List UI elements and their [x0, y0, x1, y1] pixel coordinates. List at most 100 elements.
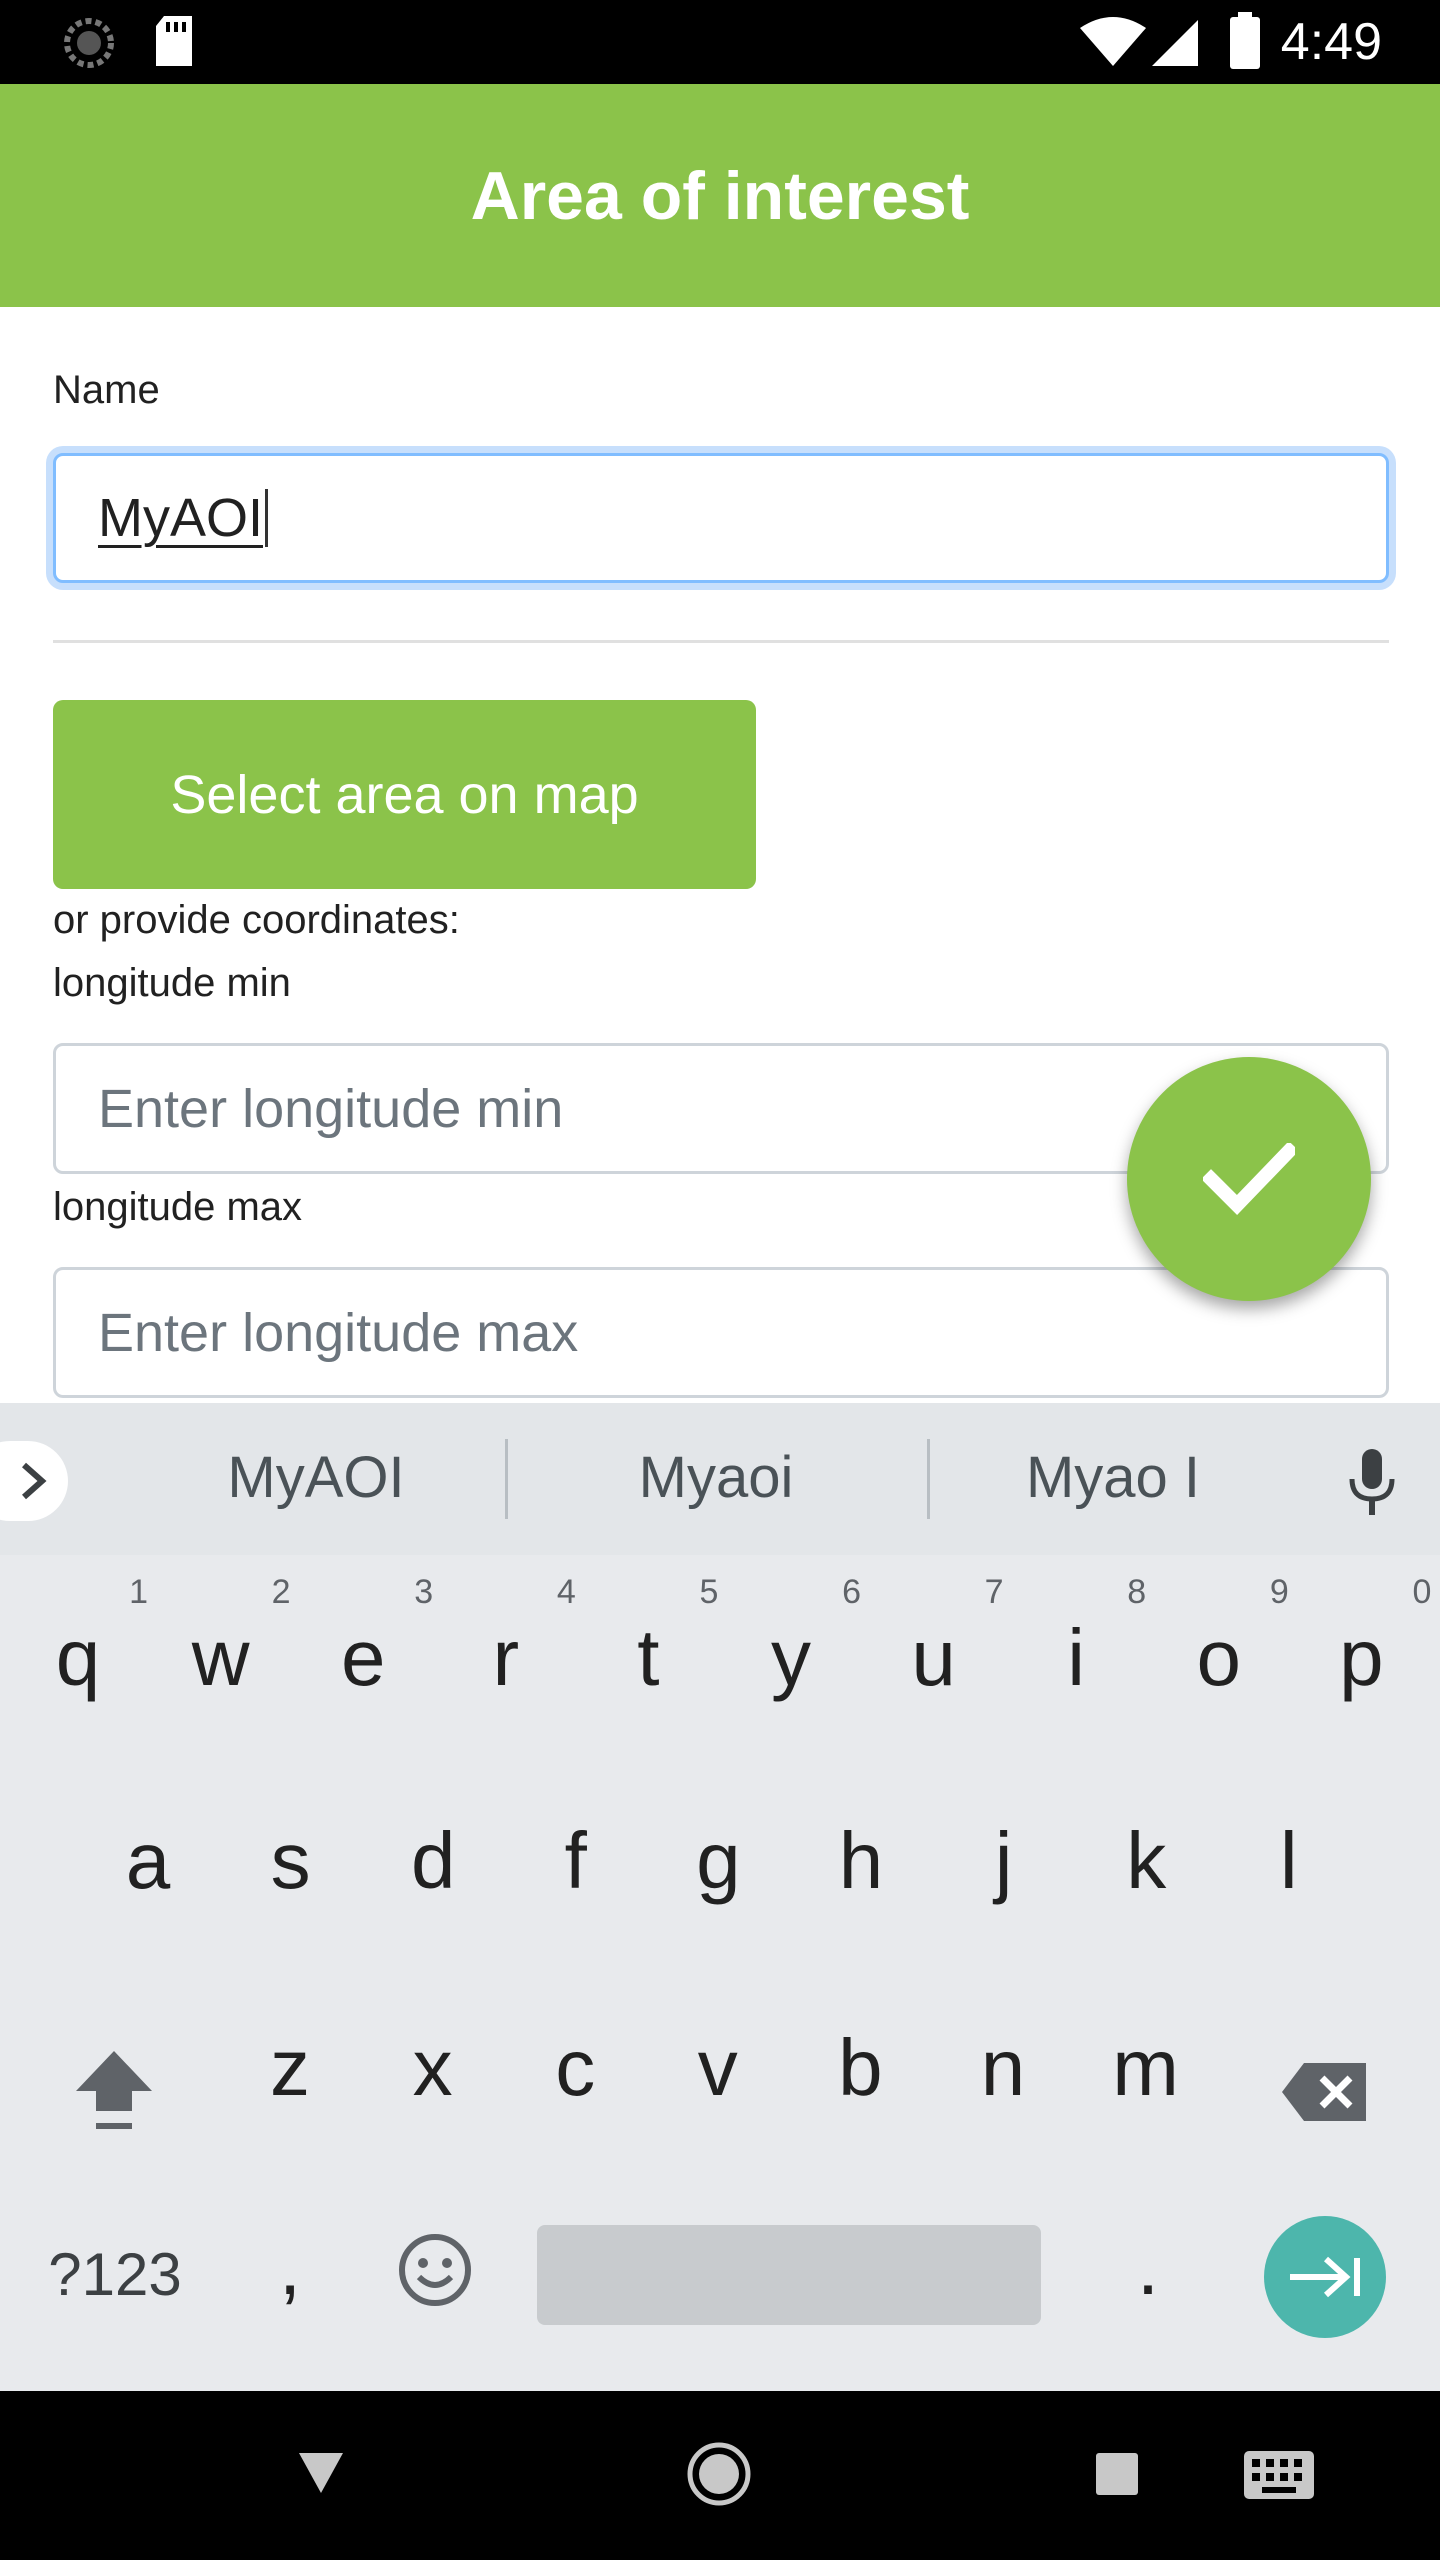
key-label: g: [696, 1816, 741, 1905]
key-label: b: [838, 2023, 883, 2112]
key-u[interactable]: u7: [864, 1573, 1003, 1738]
key-label: s: [270, 1816, 311, 1905]
key-label: u: [911, 1613, 956, 1702]
key-label: k: [1126, 1816, 1167, 1905]
key-label: j: [994, 1816, 1013, 1905]
sync-icon: [64, 18, 114, 68]
key-c[interactable]: c: [505, 1988, 645, 2148]
battery-icon: [1230, 12, 1260, 69]
key-t[interactable]: t5: [578, 1573, 718, 1738]
key-h[interactable]: h: [791, 1781, 931, 1941]
key-j[interactable]: j: [934, 1781, 1074, 1941]
period-key[interactable]: .: [1078, 2187, 1218, 2347]
key-number-hint: 9: [1269, 1573, 1289, 1611]
backspace-key[interactable]: [1260, 2025, 1390, 2155]
emoji-key[interactable]: [390, 2225, 480, 2315]
enter-icon: [1290, 2256, 1360, 2298]
key-v[interactable]: v: [648, 1988, 788, 2148]
key-b[interactable]: b: [790, 1988, 930, 2148]
key-label: w: [191, 1613, 250, 1702]
soft-keyboard: MyAOI Myaoi Myao I q1w2e3r4t5y6u7i8o9p0 …: [0, 1403, 1440, 2391]
key-label: v: [697, 2023, 738, 2112]
backspace-icon: [1282, 2063, 1366, 2121]
key-label: i: [1067, 1613, 1086, 1702]
longitude-max-input[interactable]: Enter longitude max: [53, 1267, 1389, 1398]
key-k[interactable]: k: [1076, 1781, 1216, 1941]
key-y[interactable]: y6: [721, 1573, 861, 1738]
microphone-icon[interactable]: [1344, 1447, 1400, 1517]
name-label: Name: [53, 368, 160, 412]
key-label: q: [55, 1613, 101, 1702]
emoji-icon: [399, 2234, 471, 2306]
suggestion-strip: MyAOI Myaoi Myao I: [0, 1403, 1440, 1555]
select-area-on-map-button[interactable]: Select area on map: [53, 700, 756, 889]
key-row-1: q1w2e3r4t5y6u7i8o9p0: [0, 1573, 1440, 1738]
suggestion-3[interactable]: Myao I: [963, 1433, 1263, 1523]
key-label: z: [270, 2023, 310, 2112]
navigation-bar: [0, 2391, 1440, 2560]
suggestion-divider: [927, 1439, 930, 1519]
shift-key[interactable]: [40, 2025, 185, 2155]
app-header: Area of interest: [0, 84, 1440, 307]
key-number-hint: 1: [129, 1573, 148, 1611]
key-row-2: as dfghj k l: [0, 1781, 1440, 1941]
key-l[interactable]: l: [1219, 1781, 1359, 1941]
key-label: c: [555, 2023, 596, 2112]
key-n[interactable]: n: [933, 1988, 1073, 2148]
key-label: p: [1339, 1613, 1384, 1702]
key-r[interactable]: r4: [436, 1573, 575, 1738]
confirm-fab-button[interactable]: [1127, 1057, 1371, 1301]
suggestion-1[interactable]: MyAOI: [166, 1433, 466, 1523]
key-o[interactable]: o9: [1149, 1573, 1289, 1738]
key-a[interactable]: a: [78, 1781, 218, 1941]
key-label: l: [1279, 1816, 1298, 1905]
name-input[interactable]: MyAOI: [53, 453, 1389, 583]
key-row-3: z x c v b nm: [0, 1988, 1440, 2148]
key-x[interactable]: x: [363, 1988, 503, 2148]
key-d[interactable]: d: [363, 1781, 503, 1941]
recents-icon[interactable]: [1096, 2453, 1138, 2495]
key-e[interactable]: e3: [293, 1573, 433, 1738]
divider: [53, 640, 1389, 643]
expand-toolbar-button[interactable]: [0, 1441, 68, 1521]
name-value: MyAOI: [98, 488, 264, 548]
home-icon[interactable]: [686, 2441, 752, 2507]
check-icon: [1203, 1143, 1295, 1215]
sd-card-icon: [156, 16, 192, 66]
key-number-hint: 3: [414, 1573, 434, 1611]
key-number-hint: 0: [1412, 1573, 1432, 1611]
signal-icon: [1152, 20, 1198, 66]
key-label: d: [410, 1816, 456, 1905]
key-number-hint: 5: [699, 1573, 719, 1611]
longitude-min-placeholder: Enter longitude min: [98, 1078, 564, 1139]
keyboard-icon[interactable]: [1244, 2451, 1314, 2499]
longitude-max-label: longitude max: [53, 1185, 303, 1229]
symbols-key[interactable]: ?123: [40, 2195, 190, 2355]
key-label: y: [771, 1613, 811, 1702]
text-cursor: [265, 489, 269, 547]
longitude-max-placeholder: Enter longitude max: [98, 1302, 579, 1363]
key-q[interactable]: q1: [8, 1573, 148, 1738]
longitude-min-label: longitude min: [53, 961, 291, 1005]
key-w[interactable]: w2: [151, 1573, 291, 1738]
key-g[interactable]: g: [648, 1781, 788, 1941]
key-p[interactable]: p0: [1291, 1573, 1431, 1738]
suggestion-2[interactable]: Myaoi: [566, 1433, 866, 1523]
coordinates-label: or provide coordinates:: [53, 898, 460, 942]
key-s[interactable]: s: [221, 1781, 361, 1941]
back-icon[interactable]: [297, 2451, 345, 2495]
key-i[interactable]: i8: [1006, 1573, 1146, 1738]
key-label: e: [340, 1613, 386, 1702]
key-m[interactable]: m: [1076, 1988, 1216, 2148]
key-number-hint: 2: [271, 1573, 291, 1611]
key-label: m: [1112, 2023, 1179, 2112]
key-number-hint: 6: [842, 1573, 861, 1611]
key-label: r: [492, 1613, 520, 1702]
key-number-hint: 4: [556, 1573, 576, 1611]
key-z[interactable]: z: [220, 1988, 360, 2148]
enter-key[interactable]: [1264, 2216, 1386, 2338]
key-number-hint: 7: [984, 1573, 1004, 1611]
space-key[interactable]: [537, 2225, 1041, 2325]
key-f[interactable]: f: [506, 1781, 646, 1941]
comma-key[interactable]: ,: [220, 2187, 360, 2347]
